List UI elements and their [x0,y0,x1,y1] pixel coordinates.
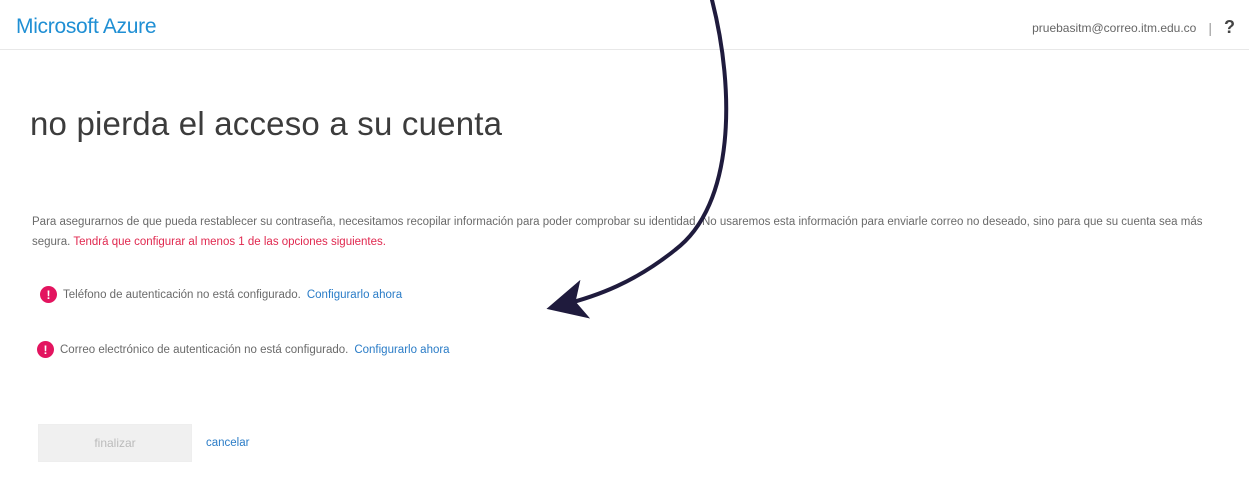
top-header: Microsoft Azure pruebasitm@correo.itm.ed… [0,0,1249,50]
user-email[interactable]: pruebasitm@correo.itm.edu.co [1032,21,1196,35]
alert-circle-icon: ! [40,286,57,303]
email-status-row: ! Correo electrónico de autenticación no… [37,341,450,358]
page: Microsoft Azure pruebasitm@correo.itm.ed… [0,0,1249,486]
help-question-icon[interactable]: ? [1224,17,1235,38]
configure-email-link[interactable]: Configurarlo ahora [354,344,449,356]
configure-phone-link[interactable]: Configurarlo ahora [307,289,402,301]
header-separator: | [1208,19,1212,36]
user-area: pruebasitm@correo.itm.edu.co | ? [1032,17,1235,38]
email-status-text: Correo electrónico de autenticación no e… [60,343,349,356]
cancel-link[interactable]: cancelar [206,437,249,449]
brand-logo[interactable]: Microsoft Azure [16,15,157,39]
description: Para asegurarnos de que pueda restablece… [32,212,1227,252]
alert-circle-icon: ! [37,341,54,358]
phone-status-row: ! Teléfono de autenticación no está conf… [40,286,402,303]
phone-status-text: Teléfono de autenticación no está config… [63,288,301,301]
page-title: no pierda el acceso a su cuenta [30,105,503,142]
warning-text: Tendrá que configurar al menos 1 de las … [73,236,386,248]
finish-button[interactable]: finalizar [38,424,192,462]
